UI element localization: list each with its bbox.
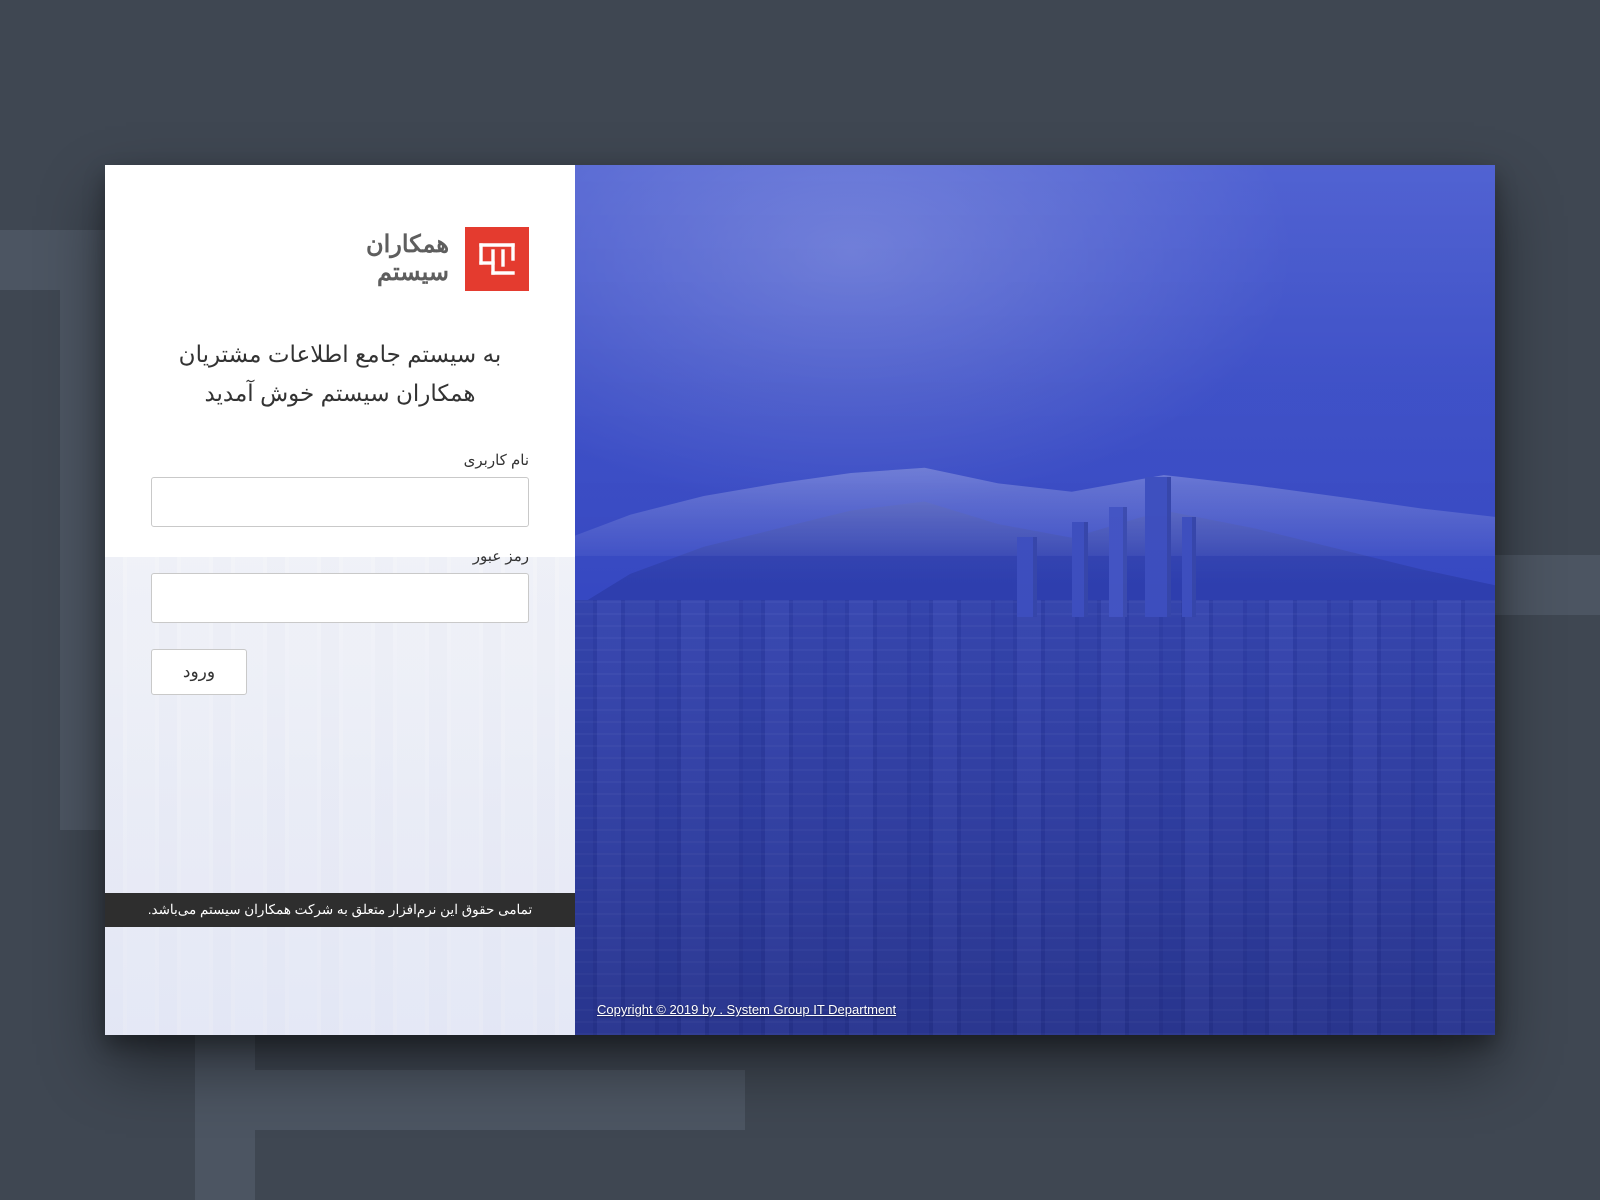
brand-logo: همکاران سیستم: [151, 227, 529, 291]
copyright-text: Copyright © 2019 by . System Group IT De…: [597, 1002, 896, 1017]
hero-image: Copyright © 2019 by . System Group IT De…: [575, 165, 1495, 1035]
password-label: رمز عبور: [151, 547, 529, 565]
login-window: Copyright © 2019 by . System Group IT De…: [105, 165, 1495, 1035]
welcome-line2: همکاران سیستم خوش آمدید: [151, 374, 529, 413]
login-button[interactable]: ورود: [151, 649, 247, 695]
bg-decoration: [0, 230, 120, 290]
bg-decoration: [195, 1010, 255, 1200]
form-actions: ورود: [151, 649, 529, 695]
brand-line2: سیستم: [366, 259, 449, 287]
rights-notice: تمامی حقوق این نرم‌افزار متعلق به شرکت ه…: [105, 893, 575, 927]
brand-logo-icon: [465, 227, 529, 291]
username-input[interactable]: [151, 477, 529, 527]
panel-faded-bg: [105, 557, 575, 1036]
bg-decoration: [255, 1070, 745, 1130]
username-label: نام کاربری: [151, 451, 529, 469]
password-input[interactable]: [151, 573, 529, 623]
brand-logo-text: همکاران سیستم: [366, 231, 449, 286]
password-field-group: رمز عبور: [151, 547, 529, 623]
hero-tint: [575, 165, 1495, 1035]
login-panel: همکاران سیستم به سیستم جامع اطلاعات مشتر…: [105, 165, 575, 1035]
welcome-heading: به سیستم جامع اطلاعات مشتریان همکاران سی…: [151, 335, 529, 413]
username-field-group: نام کاربری: [151, 451, 529, 527]
welcome-line1: به سیستم جامع اطلاعات مشتریان: [151, 335, 529, 374]
brand-line1: همکاران: [366, 231, 449, 259]
